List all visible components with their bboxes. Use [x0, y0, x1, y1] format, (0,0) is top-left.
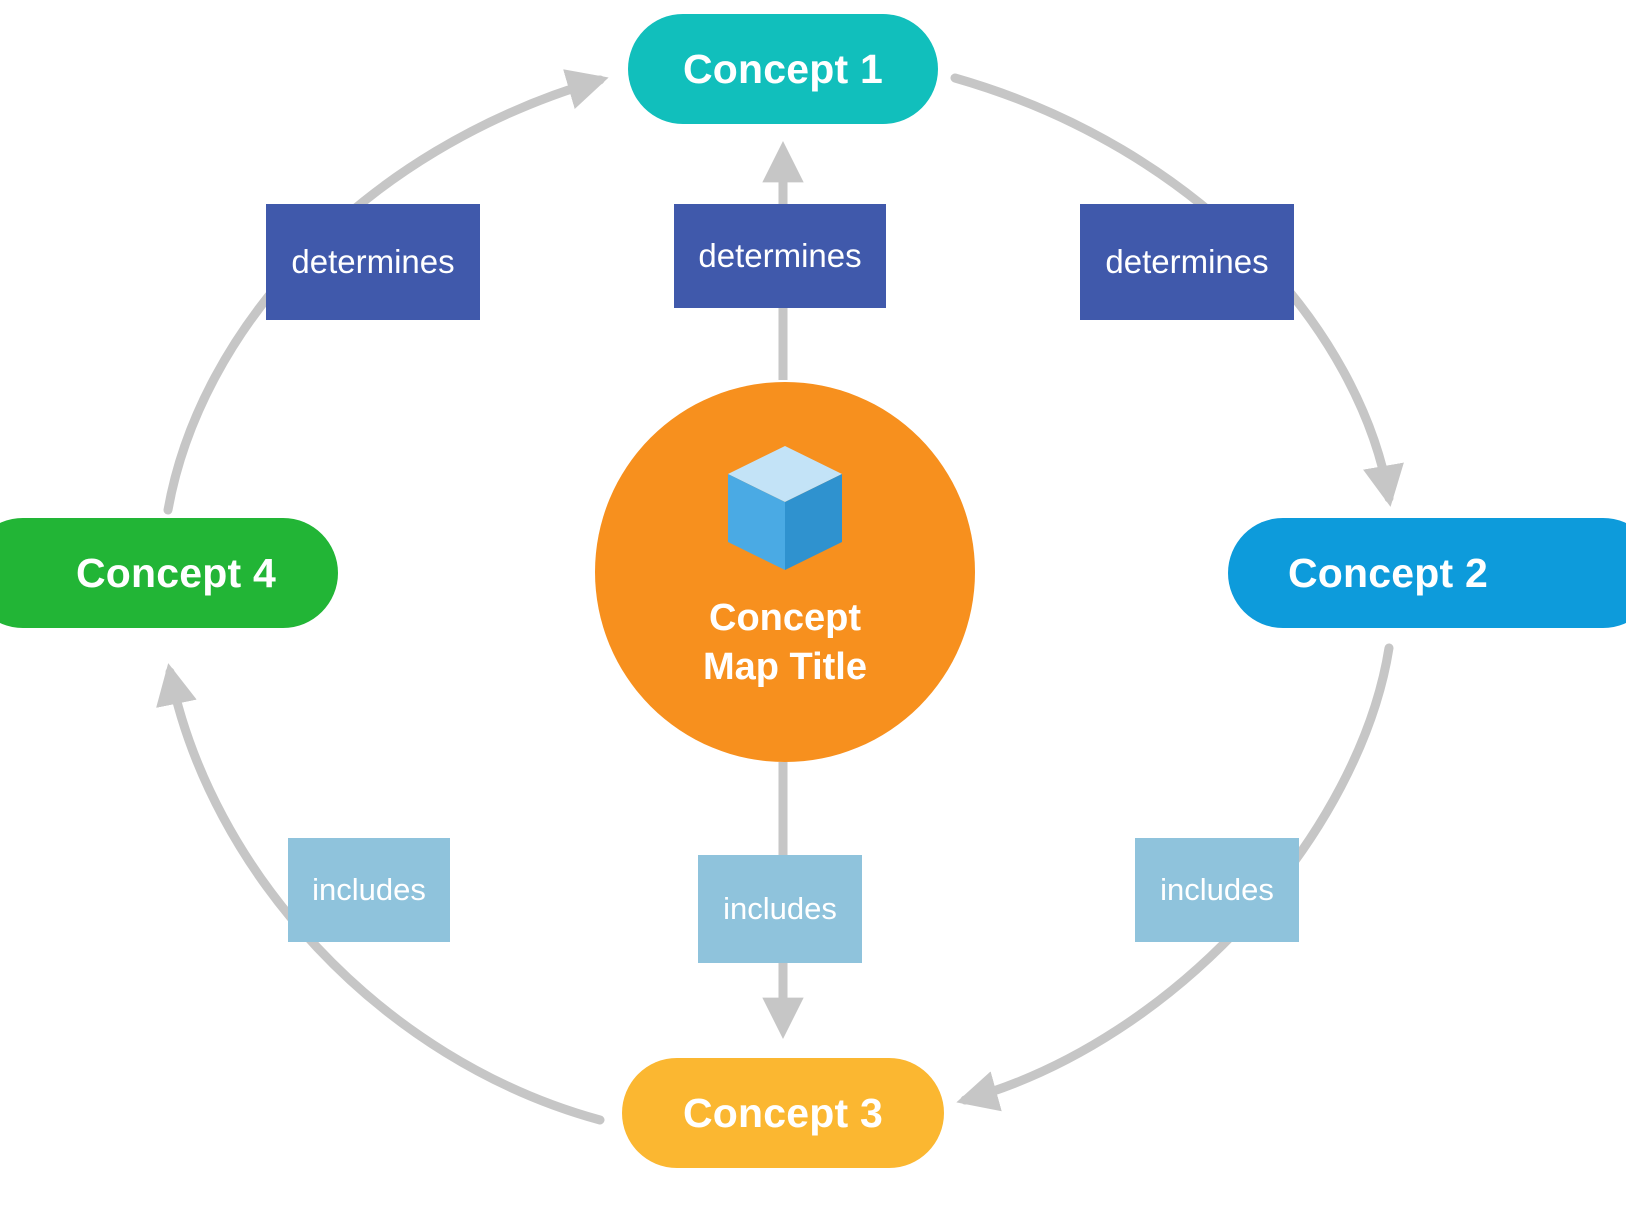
center-node-concept-map-title[interactable]: Concept Map Title: [595, 382, 975, 762]
relation-label-text: includes: [312, 872, 426, 907]
relation-label-text: determines: [1105, 243, 1269, 280]
node-concept-2[interactable]: Concept 2: [1228, 518, 1626, 628]
relation-label-determines-left[interactable]: determines: [266, 204, 480, 320]
node-concept-1[interactable]: Concept 1: [628, 14, 938, 124]
relation-label-includes-left[interactable]: includes: [288, 838, 450, 942]
center-node-title: Concept Map Title: [703, 597, 867, 688]
relation-label-determines-right[interactable]: determines: [1080, 204, 1294, 320]
relation-label-text: includes: [723, 891, 837, 926]
node-label: Concept 4: [76, 549, 276, 596]
cube-icon: [728, 446, 842, 570]
node-label: Concept 2: [1288, 549, 1488, 596]
node-concept-3[interactable]: Concept 3: [622, 1058, 944, 1168]
relation-label-includes-mid[interactable]: includes: [698, 855, 862, 963]
node-concept-4[interactable]: Concept 4: [0, 518, 338, 628]
node-label: Concept 3: [683, 1089, 883, 1136]
relation-label-text: includes: [1160, 872, 1274, 907]
relation-label-includes-right[interactable]: includes: [1135, 838, 1299, 942]
relation-label-text: determines: [698, 237, 862, 274]
relation-label-text: determines: [291, 243, 455, 280]
relation-label-determines-mid[interactable]: determines: [674, 204, 886, 308]
concept-map-canvas: determines determines determines include…: [0, 0, 1626, 1208]
node-label: Concept 1: [683, 45, 883, 92]
